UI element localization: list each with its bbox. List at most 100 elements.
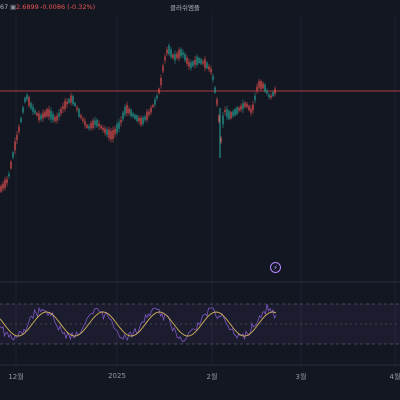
candle-body xyxy=(142,117,144,124)
candle-body xyxy=(128,108,130,114)
price-fragment: 67 xyxy=(0,3,9,11)
candle-body xyxy=(162,65,164,72)
candle-body xyxy=(218,115,220,122)
candle-body xyxy=(62,106,64,110)
candle-body xyxy=(164,56,166,61)
time-tick-feb: 2월 xyxy=(206,373,218,381)
candle-body xyxy=(146,111,148,120)
candle-body xyxy=(60,108,62,114)
candle-body xyxy=(150,107,152,113)
candle-body xyxy=(176,53,178,58)
candle-body xyxy=(274,88,276,94)
candle-body xyxy=(44,111,46,117)
candle-body xyxy=(118,122,120,129)
candle-body xyxy=(196,56,198,65)
candle-body xyxy=(210,68,212,73)
symbol-name: 클러쉬엠플 xyxy=(170,4,200,12)
candle-body xyxy=(88,125,90,129)
candle-body xyxy=(134,114,136,119)
candle-body xyxy=(148,111,150,115)
price-chart[interactable] xyxy=(0,0,400,400)
time-tick-apr: 4월 xyxy=(389,373,400,381)
candle-body xyxy=(40,115,42,120)
candle-body xyxy=(4,179,6,188)
time-tick-mar: 3월 xyxy=(295,373,307,381)
candle-body xyxy=(234,109,236,116)
candles xyxy=(0,43,276,194)
candle-body xyxy=(266,90,268,94)
candle-body xyxy=(130,109,132,117)
candle-body xyxy=(208,66,210,70)
candle-body xyxy=(90,123,92,129)
candle-body xyxy=(244,102,246,107)
candle-body xyxy=(136,115,138,122)
candle-body xyxy=(272,91,274,97)
candle-body xyxy=(126,104,128,114)
candle-body xyxy=(30,103,32,109)
candle-body xyxy=(34,110,36,114)
candle-body xyxy=(186,57,188,64)
candle-body xyxy=(256,86,258,91)
candle-body xyxy=(260,80,262,90)
candle-body xyxy=(106,129,108,136)
candle-body xyxy=(22,107,24,113)
candle-body xyxy=(6,179,8,184)
candle-body xyxy=(114,128,116,135)
candle-body xyxy=(168,45,170,54)
candle-body xyxy=(32,106,34,112)
candle-body xyxy=(74,102,76,106)
candle-body xyxy=(42,113,44,119)
candle-body xyxy=(78,108,80,117)
candle-body xyxy=(166,49,168,54)
lightning-bolt-icon[interactable]: ⚡ xyxy=(270,262,281,273)
candle-body xyxy=(116,124,118,133)
price-change: -0.0086 (-0.32%) xyxy=(40,3,96,11)
candle-body xyxy=(84,121,86,126)
candle-body xyxy=(66,101,68,105)
candle-body xyxy=(270,95,272,98)
candle-body xyxy=(58,112,60,117)
candle-body xyxy=(102,127,104,131)
candle-body xyxy=(56,115,58,121)
candle-body xyxy=(68,99,70,103)
candle-body xyxy=(158,88,160,94)
candle-body xyxy=(228,110,230,120)
candle-body xyxy=(108,129,110,138)
candle-body xyxy=(262,83,264,89)
candle-body xyxy=(132,113,134,117)
candle-body xyxy=(18,126,20,132)
candle-body xyxy=(144,116,146,120)
candle-body xyxy=(254,95,256,101)
candle-body xyxy=(180,49,182,57)
candle-body xyxy=(20,118,22,122)
candle-body xyxy=(28,97,30,106)
candle-body xyxy=(76,107,78,110)
candle-body xyxy=(192,61,194,67)
candle-body xyxy=(204,59,206,68)
candle-body xyxy=(224,109,226,113)
current-price: 2.6899 xyxy=(16,3,39,11)
candle-body xyxy=(0,185,2,192)
candle-body xyxy=(138,118,140,122)
candle-body xyxy=(86,124,88,128)
candle-body xyxy=(264,84,266,92)
candle-body xyxy=(188,61,190,67)
candle-body xyxy=(72,96,74,105)
candle-body xyxy=(258,81,260,88)
candle-body xyxy=(112,130,114,139)
candle-body xyxy=(54,116,56,122)
candle-body xyxy=(100,125,102,129)
candle-body xyxy=(70,95,72,103)
candle-body xyxy=(242,103,244,110)
candle-body xyxy=(160,77,162,86)
candle-body xyxy=(174,54,176,61)
candle-body xyxy=(170,49,172,57)
candle-body xyxy=(104,128,106,134)
candle-body xyxy=(268,94,270,98)
candle-body xyxy=(152,104,154,108)
candle-body xyxy=(16,134,18,141)
candle-body xyxy=(200,59,202,64)
candle-body xyxy=(252,104,254,111)
candle-body xyxy=(110,131,112,140)
candle-body xyxy=(96,119,98,127)
